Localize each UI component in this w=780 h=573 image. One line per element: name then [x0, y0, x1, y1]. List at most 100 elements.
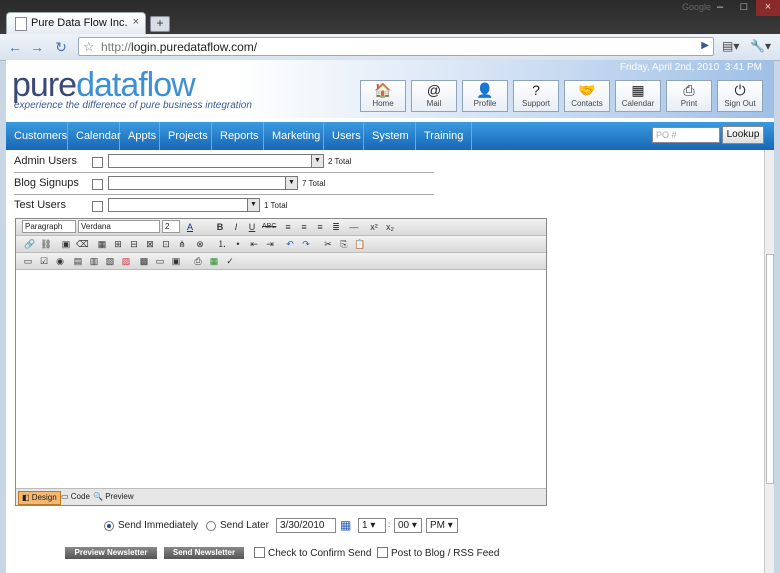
menu-item-system[interactable]: System — [364, 122, 416, 150]
delete-table-icon[interactable]: ⊗ — [194, 238, 206, 250]
paste-icon[interactable]: 📋 — [354, 238, 366, 250]
cell-props-icon[interactable]: ⋔ — [176, 238, 188, 250]
button-icon[interactable]: ▨ — [120, 255, 132, 267]
textfield-icon[interactable]: ▤ — [72, 255, 84, 267]
page-menu-icon[interactable]: ▤▾ — [722, 39, 739, 53]
merge-cells-icon[interactable]: ⊠ — [144, 238, 156, 250]
unlink-icon[interactable]: ⛓ — [40, 238, 52, 250]
send-date-input[interactable]: 3/30/2010 — [276, 518, 336, 533]
menu-item-users[interactable]: Users — [324, 122, 364, 150]
image-button-icon[interactable]: ▩ — [138, 255, 150, 267]
indent-icon[interactable]: ⇥ — [264, 238, 276, 250]
header-button-support[interactable]: ? Support — [513, 80, 559, 112]
send-later-radio[interactable] — [206, 521, 216, 531]
minimize-button[interactable]: – — [708, 0, 732, 16]
justify-icon[interactable]: ≣ — [330, 221, 342, 233]
header-button-mail[interactable]: @ Mail — [411, 80, 457, 112]
new-tab-button[interactable]: + — [150, 16, 170, 32]
po-number-input[interactable]: PO # — [652, 127, 720, 143]
hour-select[interactable]: 1 ▾ — [358, 518, 386, 533]
send-newsletter-button[interactable]: Send Newsletter — [164, 547, 244, 559]
confirm-send-checkbox[interactable] — [254, 547, 265, 558]
print-icon[interactable]: ⎙ — [192, 255, 204, 267]
header-button-profile[interactable]: 👤 Profile — [462, 80, 508, 112]
image-icon[interactable]: ▣ — [60, 238, 72, 250]
horizontal-rule-icon[interactable]: — — [348, 221, 360, 233]
hidden-field-icon[interactable]: ▭ — [154, 255, 166, 267]
back-icon[interactable]: ← — [6, 38, 24, 56]
menu-item-customers[interactable]: Customers — [6, 122, 68, 150]
menu-item-appts[interactable]: Appts — [120, 122, 160, 150]
format-select[interactable]: Paragraph — [22, 220, 76, 233]
font-color-icon[interactable]: A — [184, 221, 196, 233]
go-icon[interactable]: ▶ — [701, 40, 709, 51]
link-icon[interactable]: 🔗 — [24, 238, 36, 250]
header-button-contacts[interactable]: 🤝 Contacts — [564, 80, 610, 112]
tab-code[interactable]: ▭ Code — [58, 491, 93, 503]
align-left-icon[interactable]: ≡ — [282, 221, 294, 233]
post-blog-checkbox[interactable] — [377, 547, 388, 558]
redo-icon[interactable]: ↷ — [300, 238, 312, 250]
eraser-icon[interactable]: ⌫ — [76, 238, 89, 250]
copy-icon[interactable]: ⎘ — [338, 238, 350, 250]
reload-icon[interactable]: ↻ — [52, 38, 70, 56]
superscript-icon[interactable]: x² — [368, 221, 380, 233]
test-users-select[interactable]: ▼ — [108, 198, 260, 212]
font-select[interactable]: Verdana — [78, 220, 160, 233]
admin-users-checkbox[interactable] — [92, 157, 103, 168]
blog-signups-select[interactable]: ▼ — [108, 176, 298, 190]
table-col-icon[interactable]: ⊟ — [128, 238, 140, 250]
header-button-home[interactable]: 🏠 Home — [360, 80, 406, 112]
size-select[interactable]: 2 — [162, 220, 180, 233]
lookup-button[interactable]: Lookup — [722, 126, 764, 144]
header-button-calendar[interactable]: ▦ Calendar — [615, 80, 661, 112]
test-users-checkbox[interactable] — [92, 201, 103, 212]
strikethrough-icon[interactable]: ABC — [262, 221, 276, 233]
textarea-icon[interactable]: ▥ — [88, 255, 100, 267]
italic-icon[interactable]: I — [230, 221, 242, 233]
wrench-icon[interactable]: 🔧▾ — [750, 39, 771, 53]
tab-design[interactable]: ◧ Design — [18, 491, 61, 505]
ampm-select[interactable]: PM ▾ — [426, 518, 458, 533]
menu-item-marketing[interactable]: Marketing — [264, 122, 324, 150]
split-cells-icon[interactable]: ⊡ — [160, 238, 172, 250]
browser-tab[interactable]: Pure Data Flow Inc. × — [6, 12, 146, 34]
grid-icon[interactable]: ▦ — [208, 255, 220, 267]
radio-icon[interactable]: ◉ — [54, 255, 66, 267]
select-icon[interactable]: ▧ — [104, 255, 116, 267]
menu-item-projects[interactable]: Projects — [160, 122, 212, 150]
blog-signups-checkbox[interactable] — [92, 179, 103, 190]
align-right-icon[interactable]: ≡ — [314, 221, 326, 233]
preview-newsletter-button[interactable]: Preview Newsletter — [65, 547, 157, 559]
checkbox-icon[interactable]: ☑ — [38, 255, 50, 267]
table-row-icon[interactable]: ⊞ — [112, 238, 124, 250]
bold-icon[interactable]: B — [214, 221, 226, 233]
form-icon[interactable]: ▭ — [22, 255, 34, 267]
undo-icon[interactable]: ↶ — [284, 238, 296, 250]
tab-preview[interactable]: 🔍 Preview — [90, 491, 137, 503]
media-icon[interactable]: ▣ — [170, 255, 182, 267]
send-immediately-radio[interactable] — [104, 521, 114, 531]
minute-select[interactable]: 00 ▾ — [394, 518, 422, 533]
calendar-icon[interactable]: ▦ — [340, 518, 351, 532]
forward-icon[interactable]: → — [28, 38, 46, 56]
cut-icon[interactable]: ✂ — [322, 238, 334, 250]
bookmark-star-icon[interactable]: ☆ — [83, 39, 95, 55]
subscript-icon[interactable]: x₂ — [384, 221, 396, 233]
header-button-sign-out[interactable]: ⏻ Sign Out — [717, 80, 763, 112]
maximize-button[interactable]: □ — [732, 0, 756, 16]
table-icon[interactable]: ▦ — [96, 238, 108, 250]
close-window-button[interactable]: × — [756, 0, 780, 16]
menu-item-training[interactable]: Training — [416, 122, 472, 150]
ordered-list-icon[interactable]: ⒈ — [216, 238, 228, 250]
admin-users-select[interactable]: ▼ — [108, 154, 324, 168]
align-center-icon[interactable]: ≡ — [298, 221, 310, 233]
underline-icon[interactable]: U — [246, 221, 258, 233]
header-button-print[interactable]: ⎙ Print — [666, 80, 712, 112]
tab-close-icon[interactable]: × — [133, 16, 139, 28]
page-scrollbar[interactable] — [764, 150, 774, 573]
outdent-icon[interactable]: ⇤ — [248, 238, 260, 250]
unordered-list-icon[interactable]: • — [232, 238, 244, 250]
menu-item-calendar[interactable]: Calendar — [68, 122, 121, 150]
address-bar[interactable]: ☆ http://login.puredataflow.com/ ▶ — [78, 37, 714, 56]
